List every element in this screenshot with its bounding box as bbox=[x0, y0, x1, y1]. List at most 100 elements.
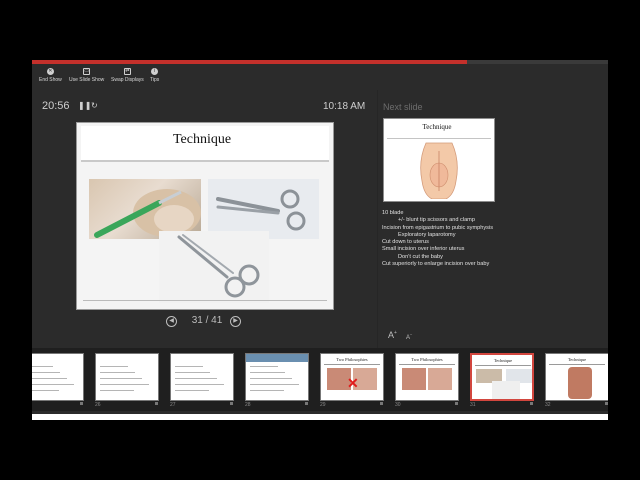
thumb-text-line bbox=[175, 384, 224, 385]
thumb-text-line bbox=[175, 378, 217, 379]
thumb-text-line bbox=[100, 366, 128, 367]
thumb-photo bbox=[492, 381, 520, 399]
thumb-notes-marker bbox=[605, 402, 608, 405]
next-slide-preview[interactable]: Technique bbox=[383, 118, 495, 202]
tips-button[interactable]: i Tips bbox=[150, 68, 159, 83]
display-icon: ▭ bbox=[83, 68, 91, 75]
swap-displays-button[interactable]: ⇄ Swap Displays bbox=[111, 68, 144, 83]
slide-thumbnail[interactable] bbox=[32, 353, 84, 401]
thumb-title: Two Philosophies bbox=[411, 357, 443, 362]
scalpel-photo bbox=[89, 179, 201, 239]
swap-icon: ⇄ bbox=[123, 68, 131, 75]
thumb-text-line bbox=[100, 384, 149, 385]
thumb-text-line bbox=[100, 372, 135, 373]
thumb-number: 26 bbox=[95, 402, 101, 408]
thumb-notes-marker bbox=[305, 402, 308, 405]
thumb-number: 30 bbox=[395, 402, 401, 408]
notes-line: 10 blade bbox=[382, 210, 404, 216]
clock: 10:18 AM bbox=[323, 101, 366, 112]
use-slide-show-button[interactable]: ▭ Use Slide Show bbox=[69, 68, 104, 83]
speaker-notes[interactable]: 10 blade +/- blunt tip scissors and clamp… bbox=[382, 210, 602, 268]
use-slide-show-label: Use Slide Show bbox=[69, 77, 105, 83]
end-show-label: End Show bbox=[39, 77, 62, 83]
pause-icon[interactable]: ❚❚ bbox=[78, 102, 91, 110]
thumb-text-line bbox=[250, 384, 299, 385]
panel-divider[interactable] bbox=[377, 90, 378, 348]
notes-line: Don't cut the baby bbox=[398, 253, 443, 260]
thumb-title: Technique bbox=[567, 357, 587, 362]
notes-line: Exploratory laparotomy bbox=[398, 231, 456, 238]
thumb-photo bbox=[428, 368, 452, 390]
slide-thumbnail-strip[interactable]: 26 27 28 Two Philosophies ✕ 29 Two Philosophie… bbox=[32, 348, 608, 411]
notes-line: +/- blunt tip scissors and clamp bbox=[398, 217, 475, 224]
next-slide-label: Next slide bbox=[383, 102, 423, 112]
thumb-rule bbox=[324, 364, 380, 365]
thumb-text-line bbox=[250, 366, 278, 367]
slide-thumbnail[interactable]: Technique bbox=[545, 353, 608, 401]
current-slide[interactable]: Technique bbox=[76, 122, 334, 310]
next-slide-title: Technique bbox=[422, 123, 452, 131]
notes-line: Incision from epigastrium to pubic symph… bbox=[382, 224, 493, 231]
thumb-title: Two Philosophies bbox=[336, 357, 368, 362]
thumb-text-line bbox=[250, 390, 284, 391]
red-x-icon: ✕ bbox=[347, 375, 359, 391]
thumb-text-line bbox=[175, 366, 203, 367]
slide-thumbnail[interactable]: Technique bbox=[470, 353, 534, 401]
close-circle-icon: ✕ bbox=[46, 68, 54, 75]
bandage-scissors-photo bbox=[208, 179, 319, 239]
swap-displays-label: Swap Displays bbox=[111, 77, 144, 83]
info-icon: i bbox=[151, 68, 159, 75]
thumb-text-line bbox=[175, 390, 209, 391]
reset-icon[interactable]: ↻ bbox=[91, 102, 99, 110]
thumb-text-line bbox=[100, 378, 142, 379]
thumb-text-line bbox=[32, 384, 74, 385]
thumb-number: 31 bbox=[470, 402, 476, 408]
thumb-number: 32 bbox=[545, 402, 551, 408]
thumb-title: Technique bbox=[493, 358, 513, 363]
increase-font-button[interactable]: A+ bbox=[388, 330, 397, 340]
thumb-text-line bbox=[250, 378, 292, 379]
slide-counter: 31 / 41 bbox=[191, 315, 223, 326]
thumb-photo bbox=[568, 367, 592, 399]
decrease-font-button[interactable]: A− bbox=[406, 332, 412, 341]
thumb-notes-marker bbox=[80, 402, 83, 405]
slide-thumbnail[interactable]: Two Philosophies ✕ bbox=[320, 353, 384, 401]
end-show-button[interactable]: ✕ End Show bbox=[39, 68, 62, 83]
thumb-text-line bbox=[175, 372, 210, 373]
notes-line: Small incision over inferior uterus bbox=[382, 246, 465, 253]
thumb-text-line bbox=[100, 390, 134, 391]
slide-thumbnail[interactable] bbox=[95, 353, 159, 401]
presenter-view: ✕ End Show ▭ Use Slide Show ⇄ Swap Displ… bbox=[32, 60, 608, 420]
thumb-notes-marker bbox=[455, 402, 458, 405]
thumb-number: 28 bbox=[245, 402, 251, 408]
slide-thumbnail[interactable]: Two Philosophies bbox=[395, 353, 459, 401]
thumb-text-line bbox=[250, 372, 285, 373]
thumb-number: 29 bbox=[320, 402, 326, 408]
thumb-header-bar bbox=[246, 354, 308, 362]
next-slide-icon[interactable]: ▶ bbox=[230, 316, 241, 327]
thumb-rule bbox=[399, 364, 455, 365]
thumb-text-line bbox=[32, 390, 59, 391]
thumb-text-line bbox=[32, 372, 60, 373]
thumb-notes-marker bbox=[230, 402, 233, 405]
thumb-notes-marker bbox=[380, 402, 383, 405]
bottom-band bbox=[32, 414, 608, 420]
thumb-number: 27 bbox=[170, 402, 176, 408]
thumb-rule bbox=[475, 365, 531, 366]
tips-label: Tips bbox=[150, 77, 160, 83]
abdomen-diagram bbox=[420, 142, 458, 199]
toolbar: ✕ End Show ▭ Use Slide Show ⇄ Swap Displ… bbox=[32, 64, 608, 90]
notes-line: Cut superiorly to enlarge incision over … bbox=[382, 261, 490, 268]
thumb-photo bbox=[402, 368, 426, 390]
thumb-text-line bbox=[32, 378, 67, 379]
elapsed-timer: 20:56 bbox=[42, 100, 70, 112]
hemostat-clamp-photo bbox=[159, 231, 269, 303]
slide-footer-rule bbox=[83, 300, 327, 301]
previous-slide-icon[interactable]: ◀ bbox=[166, 316, 177, 327]
slide-thumbnail[interactable] bbox=[170, 353, 234, 401]
thumb-text-line bbox=[32, 366, 53, 367]
slide-thumbnail[interactable] bbox=[245, 353, 309, 401]
notes-line: Cut down to uterus bbox=[382, 239, 429, 246]
slide-navigation: ◀ 31 / 41 ▶ bbox=[166, 315, 246, 329]
thumb-rule bbox=[549, 364, 605, 365]
